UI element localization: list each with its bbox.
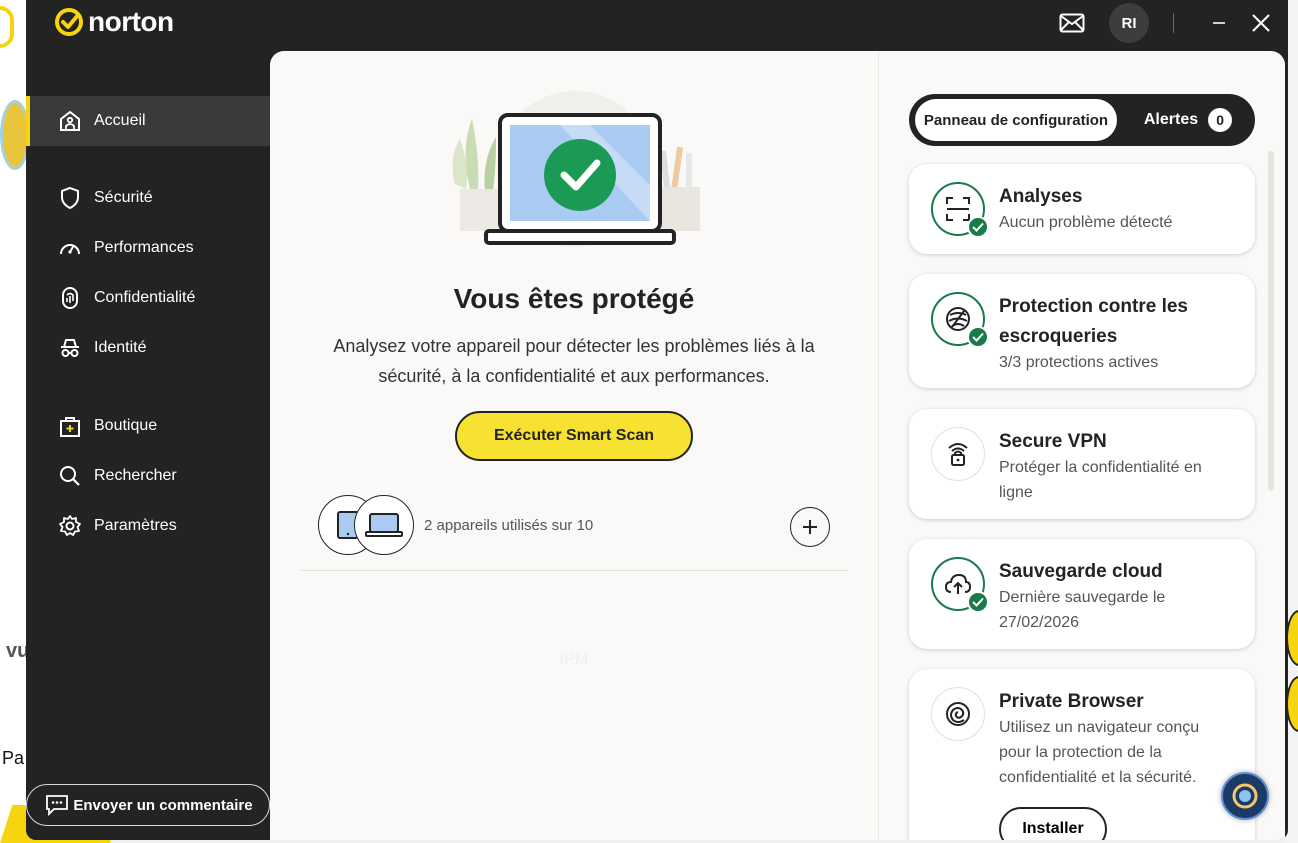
chat-icon	[46, 795, 68, 816]
sidebar-item-label: Confidentialité	[94, 289, 196, 306]
divider	[1173, 13, 1174, 33]
card-title: Secure VPN	[999, 431, 1107, 452]
alerts-label: Alertes	[1143, 111, 1199, 128]
scrollbar-thumb[interactable]	[1268, 151, 1274, 491]
gear-icon	[58, 514, 82, 538]
ipm-placeholder: IPM	[559, 651, 589, 668]
card-private-browser[interactable]: Private Browser Utilisez un navigateur c…	[909, 669, 1255, 840]
send-feedback-button[interactable]: Envoyer un commentaire	[26, 784, 270, 826]
sidebar-item-parametres[interactable]: Paramètres	[26, 501, 270, 551]
messages-button[interactable]	[1057, 8, 1087, 38]
card-subtitle: Protéger la confidentialité en ligne	[999, 459, 1202, 501]
tab-alerts[interactable]: Alertes 0	[1127, 99, 1249, 141]
plus-icon	[803, 520, 817, 534]
smart-scan-button[interactable]: Exécuter Smart Scan	[455, 411, 693, 461]
card-title: Analyses	[999, 186, 1083, 207]
mail-icon	[1059, 13, 1085, 33]
vpn-lock-icon	[931, 427, 985, 481]
card-secure-vpn[interactable]: Secure VPN Protéger la confidentialité e…	[909, 409, 1255, 519]
sidebar-item-label: Accueil	[94, 112, 146, 129]
card-subtitle: Dernière sauvegarde le 27/02/2026	[999, 589, 1166, 631]
feedback-label: Envoyer un commentaire	[73, 796, 253, 814]
norton-check-icon	[55, 8, 83, 36]
alerts-badge: 0	[1208, 108, 1233, 132]
status-description: Analysez votre appareil pour détecter le…	[333, 336, 815, 386]
view-toggle: Panneau de configuration Alertes 0	[909, 94, 1255, 146]
shield-icon	[58, 186, 82, 210]
sidebar-item-securite[interactable]: Sécurité	[26, 173, 270, 223]
user-avatar[interactable]: RI	[1109, 3, 1149, 43]
card-title: Protection contre les escroqueries	[999, 296, 1188, 347]
search-icon	[58, 464, 82, 488]
card-cloud-backup[interactable]: Sauvegarde cloud Dernière sauvegarde le …	[909, 539, 1255, 649]
card-icon	[931, 557, 989, 613]
laptop-icon	[354, 495, 414, 555]
card-title: Private Browser	[999, 691, 1144, 712]
sidebar-item-label: Performances	[94, 239, 194, 256]
sidebar: Accueil Sécurité Performances Confidenti…	[26, 50, 270, 840]
card-subtitle: Aucun problème détecté	[999, 214, 1173, 231]
sidebar-item-rechercher[interactable]: Rechercher	[26, 451, 270, 501]
devices-row: 2 appareils utilisés sur 10	[300, 491, 848, 571]
status-section: Vous êtes protégé Analysez votre apparei…	[270, 51, 878, 840]
tab-control-panel[interactable]: Panneau de configuration	[915, 99, 1117, 141]
brand-name: norton	[88, 6, 174, 37]
control-panel: Panneau de configuration Alertes 0 Analy…	[878, 51, 1285, 840]
close-icon	[1252, 14, 1270, 32]
window-controls: RI	[1057, 0, 1288, 46]
card-icon	[931, 687, 985, 741]
home-icon	[58, 109, 82, 133]
norton-window: norton RI Accueil Sécurité Performances …	[26, 0, 1288, 840]
card-subtitle: Utilisez un navigateur conçu pour la pro…	[999, 719, 1200, 786]
shopping-bag-icon	[58, 414, 82, 438]
private-browser-icon	[931, 687, 985, 741]
sidebar-item-label: Identité	[94, 339, 147, 356]
device-icons	[318, 495, 418, 557]
card-scam-protection[interactable]: Protection contre les escroqueries 3/3 p…	[909, 274, 1255, 388]
main-panel: Vous êtes protégé Analysez votre apparei…	[270, 51, 1285, 840]
sidebar-item-accueil[interactable]: Accueil	[26, 96, 270, 146]
card-icon	[931, 427, 985, 481]
minimize-button[interactable]	[1204, 8, 1234, 38]
sidebar-item-confidentialite[interactable]: Confidentialité	[26, 273, 270, 323]
check-icon	[967, 216, 989, 238]
card-icon	[931, 182, 989, 238]
status-title: Vous êtes protégé	[453, 283, 695, 314]
sidebar-item-performances[interactable]: Performances	[26, 223, 270, 273]
fingerprint-icon	[58, 286, 82, 310]
speedometer-icon	[58, 236, 82, 260]
incognito-icon	[58, 336, 82, 360]
sidebar-item-label: Sécurité	[94, 189, 153, 206]
check-icon	[967, 591, 989, 613]
sidebar-item-label: Paramètres	[94, 517, 177, 534]
add-device-button[interactable]	[790, 507, 830, 547]
background-text: Pa	[2, 748, 25, 768]
devices-count: 2 appareils utilisés sur 10	[424, 517, 594, 534]
close-button[interactable]	[1246, 8, 1276, 38]
card-title: Sauvegarde cloud	[999, 561, 1163, 582]
card-subtitle: 3/3 protections actives	[999, 354, 1159, 371]
assistant-button[interactable]	[1221, 772, 1269, 820]
sidebar-item-identite[interactable]: Identité	[26, 323, 270, 373]
install-button[interactable]: Installer	[999, 807, 1107, 840]
minimize-icon	[1213, 22, 1225, 24]
protected-laptop-illustration	[452, 91, 700, 247]
assistant-orb-icon	[1232, 783, 1258, 809]
sidebar-item-label: Rechercher	[94, 467, 177, 484]
scrollbar[interactable]	[1267, 151, 1275, 491]
card-icon	[931, 292, 989, 348]
sidebar-item-boutique[interactable]: Boutique	[26, 401, 270, 451]
norton-logo: norton	[54, 6, 174, 38]
sidebar-item-label: Boutique	[94, 417, 158, 434]
check-icon	[967, 326, 989, 348]
card-analyses[interactable]: Analyses Aucun problème détecté	[909, 164, 1255, 254]
